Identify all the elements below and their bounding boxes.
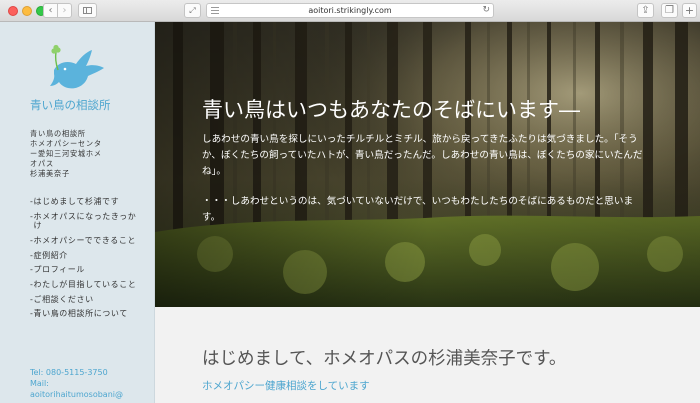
- tabs-icon: ❐: [665, 5, 674, 16]
- contact-info: Tel: 080-5115-3750 Mail: aoitorihaitumos…: [30, 367, 154, 400]
- new-tab-button[interactable]: +: [682, 3, 697, 18]
- hero-title: 青い鳥はいつもあなたのそばにいます―: [202, 98, 580, 122]
- org-line: ホメオパシーセンタ: [30, 139, 102, 148]
- browser-toolbar: ‹ › ⤢ aoitori.strikingly.com ↻ ⇪ ❐ +: [0, 0, 700, 22]
- sidebar-icon: [83, 7, 92, 14]
- nav-item-about[interactable]: -青い鳥の相談所について: [30, 309, 145, 319]
- share-icon: ⇪: [641, 5, 650, 16]
- sidebar: 青い鳥の相談所 青い鳥の相談所 ホメオパシーセンタ ー愛知三河安城ホメ オパス …: [0, 22, 155, 403]
- share-button[interactable]: ⇪: [637, 3, 654, 18]
- web-page: 青い鳥の相談所 青い鳥の相談所 ホメオパシーセンタ ー愛知三河安城ホメ オパス …: [0, 22, 700, 403]
- reload-icon[interactable]: ↻: [482, 4, 490, 17]
- nav-item-goals[interactable]: -わたしが目指していること: [30, 280, 145, 290]
- nav-item-profile[interactable]: -プロフィール: [30, 265, 145, 275]
- nav-item-motivation[interactable]: -ホメオパスになったきっかけ: [30, 212, 145, 231]
- contact-tel[interactable]: Tel: 080-5115-3750: [30, 367, 154, 378]
- show-tabs-button[interactable]: ❐: [661, 3, 678, 18]
- hero-paragraph: しあわせの青い鳥を探しにいったチルチルとミチル、旅から戻ってきたふたりは気づきま…: [202, 134, 643, 177]
- bird-eye: [63, 67, 67, 71]
- intro-section: はじめまして、ホメオパスの杉浦美奈子です。 ホメオパシー健康相談をしています: [155, 307, 700, 403]
- sidebar-nav: -はじめまして杉浦です -ホメオパスになったきっかけ -ホメオパシーでできること…: [30, 197, 145, 324]
- org-line: ー愛知三河安城ホメ: [30, 149, 102, 158]
- nav-item-homeopathy[interactable]: -ホメオパシーでできること: [30, 236, 145, 246]
- section-subtitle: ホメオパシー健康相談をしています: [202, 380, 370, 392]
- forward-button[interactable]: ›: [57, 3, 72, 18]
- bluebird-logo[interactable]: [44, 44, 108, 94]
- nav-item-consultation[interactable]: -ご相談ください: [30, 295, 145, 305]
- back-button[interactable]: ‹: [43, 3, 58, 18]
- contact-mail-label: Mail:: [30, 379, 49, 388]
- url-text: aoitori.strikingly.com: [308, 6, 392, 15]
- expand-button[interactable]: ⤢: [184, 3, 201, 18]
- site-title[interactable]: 青い鳥の相談所: [30, 97, 154, 113]
- browser-window: ‹ › ⤢ aoitori.strikingly.com ↻ ⇪ ❐ + 青い鳥…: [0, 0, 700, 403]
- chevron-left-icon: ‹: [48, 5, 53, 16]
- org-line: 杉浦美奈子: [30, 169, 70, 178]
- minimize-window-button[interactable]: [22, 6, 32, 16]
- sidebar-toggle-button[interactable]: [78, 3, 97, 18]
- chevron-right-icon: ›: [62, 5, 67, 16]
- address-bar[interactable]: aoitori.strikingly.com ↻: [206, 3, 494, 18]
- plus-icon: +: [684, 4, 695, 17]
- org-line: オパス: [30, 159, 54, 168]
- section-title: はじめまして、ホメオパスの杉浦美奈子です。: [202, 349, 567, 369]
- organization-info: 青い鳥の相談所 ホメオパシーセンタ ー愛知三河安城ホメ オパス 杉浦美奈子: [30, 129, 140, 179]
- hero-banner: 青い鳥はいつもあなたのそばにいます― しあわせの青い鳥を探しにいったチルチルとミ…: [155, 22, 700, 307]
- hero-paragraph: ・・・しあわせというのは、気づいていないだけで、いつもわたしたちのそばにあるもの…: [202, 196, 634, 223]
- close-window-button[interactable]: [8, 6, 18, 16]
- contact-mail[interactable]: aoitorihaitumosobani@: [30, 389, 154, 400]
- expand-icon: ⤢: [189, 6, 196, 15]
- nav-item-introduction[interactable]: -はじめまして杉浦です: [30, 197, 145, 207]
- org-line: 青い鳥の相談所: [30, 129, 86, 138]
- nav-item-cases[interactable]: -症例紹介: [30, 251, 145, 261]
